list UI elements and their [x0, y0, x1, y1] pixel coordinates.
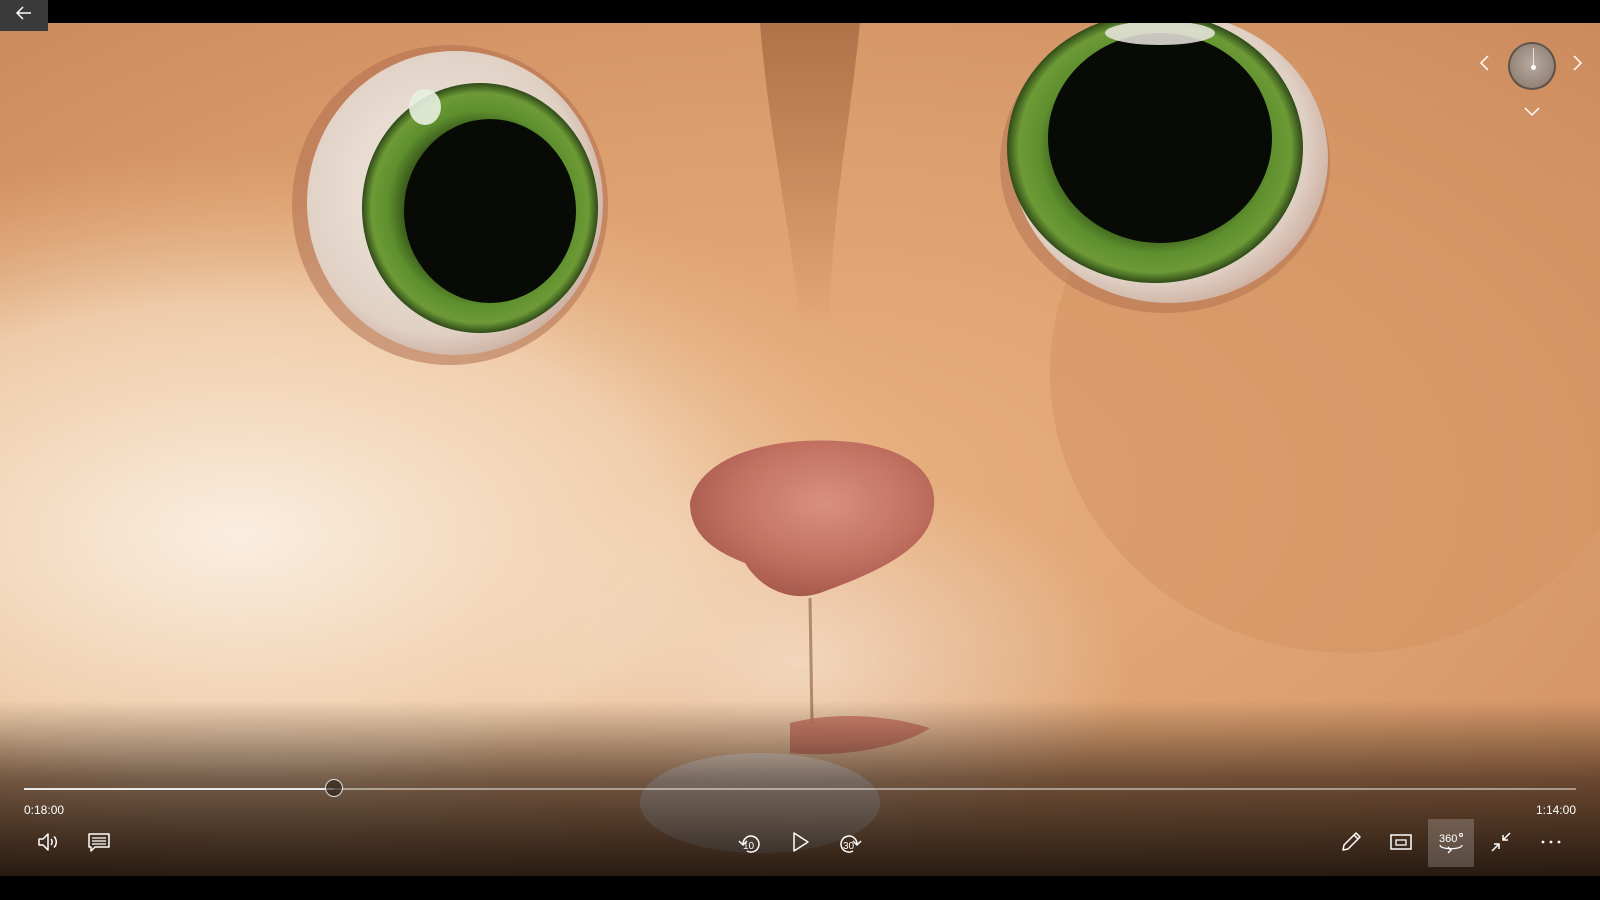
chevron-down-icon [1524, 104, 1540, 122]
rewind-seconds-label: 10 [743, 841, 755, 852]
chevron-left-icon [1479, 54, 1489, 76]
fast-forward-button[interactable]: 30 [827, 821, 873, 867]
total-duration: 1:14:00 [1535, 803, 1576, 817]
mini-view-button[interactable] [1378, 821, 1424, 867]
video-frame[interactable] [0, 23, 1600, 876]
back-button[interactable] [0, 0, 48, 31]
subtitles-button[interactable] [76, 821, 122, 867]
play-icon [788, 830, 812, 859]
fast-forward-icon: 30 [838, 832, 862, 856]
back-arrow-icon [15, 6, 32, 25]
pan-left-button[interactable] [1474, 54, 1494, 76]
rewind-button[interactable]: 10 [727, 821, 773, 867]
volume-button[interactable] [25, 821, 71, 867]
video-player-window: 0:18:00 1:14:00 10 30 360 [0, 0, 1600, 900]
seek-bar-thumb[interactable] [324, 779, 343, 797]
compass-dial-icon[interactable] [1508, 42, 1556, 90]
chevron-right-icon [1573, 54, 1583, 76]
edit-button[interactable] [1328, 821, 1374, 867]
exit-fullscreen-icon [1489, 830, 1513, 859]
view-360-button[interactable]: 360 [1428, 819, 1474, 867]
seek-bar[interactable] [24, 779, 1576, 797]
forward-seconds-label: 30 [843, 841, 855, 852]
more-options-button[interactable] [1528, 821, 1574, 867]
dial-center [1531, 65, 1536, 70]
exit-fullscreen-button[interactable] [1478, 821, 1524, 867]
view-360-navigator [1460, 8, 1600, 128]
360-view-icon: 360 [1437, 831, 1465, 855]
video-content-image [0, 23, 1600, 876]
pan-right-button[interactable] [1568, 54, 1588, 76]
title-bar [0, 0, 1600, 23]
play-button[interactable] [777, 821, 823, 867]
seek-bar-progress [24, 788, 334, 790]
pencil-icon [1339, 830, 1363, 859]
mini-view-icon [1389, 830, 1413, 859]
more-options-icon [1539, 830, 1563, 859]
pan-down-button[interactable] [1522, 103, 1542, 123]
rewind-icon: 10 [738, 832, 762, 856]
dial-needle [1533, 48, 1534, 66]
volume-icon [36, 830, 60, 859]
bottom-bar [0, 876, 1600, 900]
view-360-label: 360 [1439, 833, 1458, 845]
subtitles-icon [87, 830, 111, 859]
elapsed-time: 0:18:00 [24, 803, 65, 817]
